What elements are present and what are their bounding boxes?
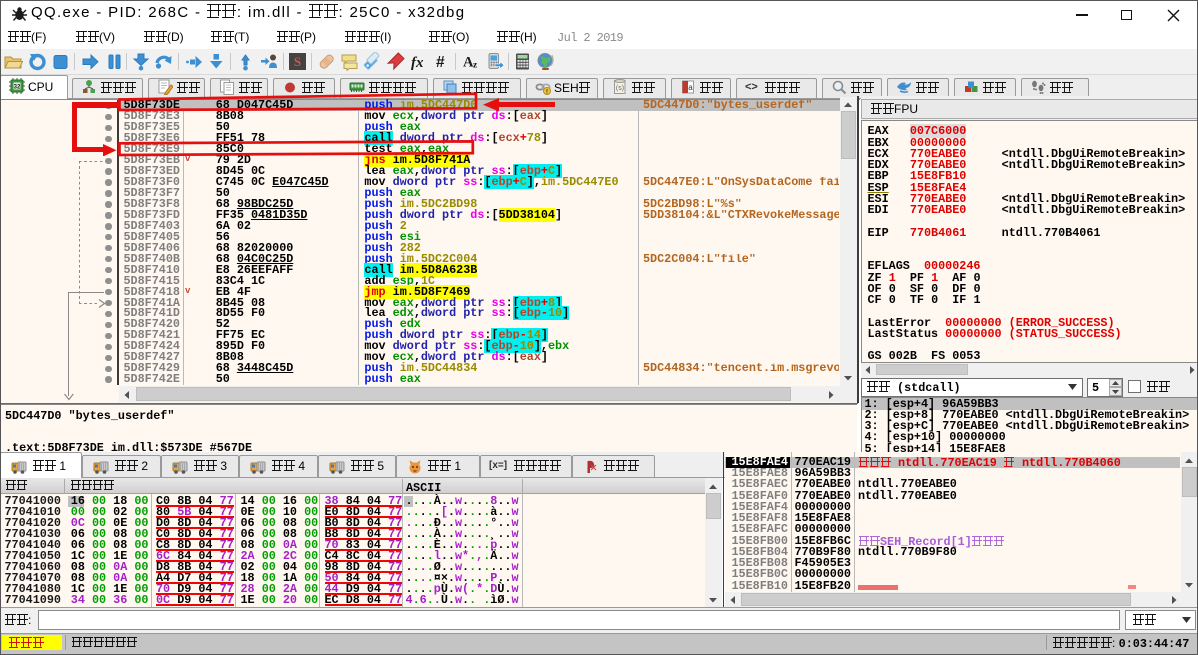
svg-text:a: a (688, 83, 693, 92)
